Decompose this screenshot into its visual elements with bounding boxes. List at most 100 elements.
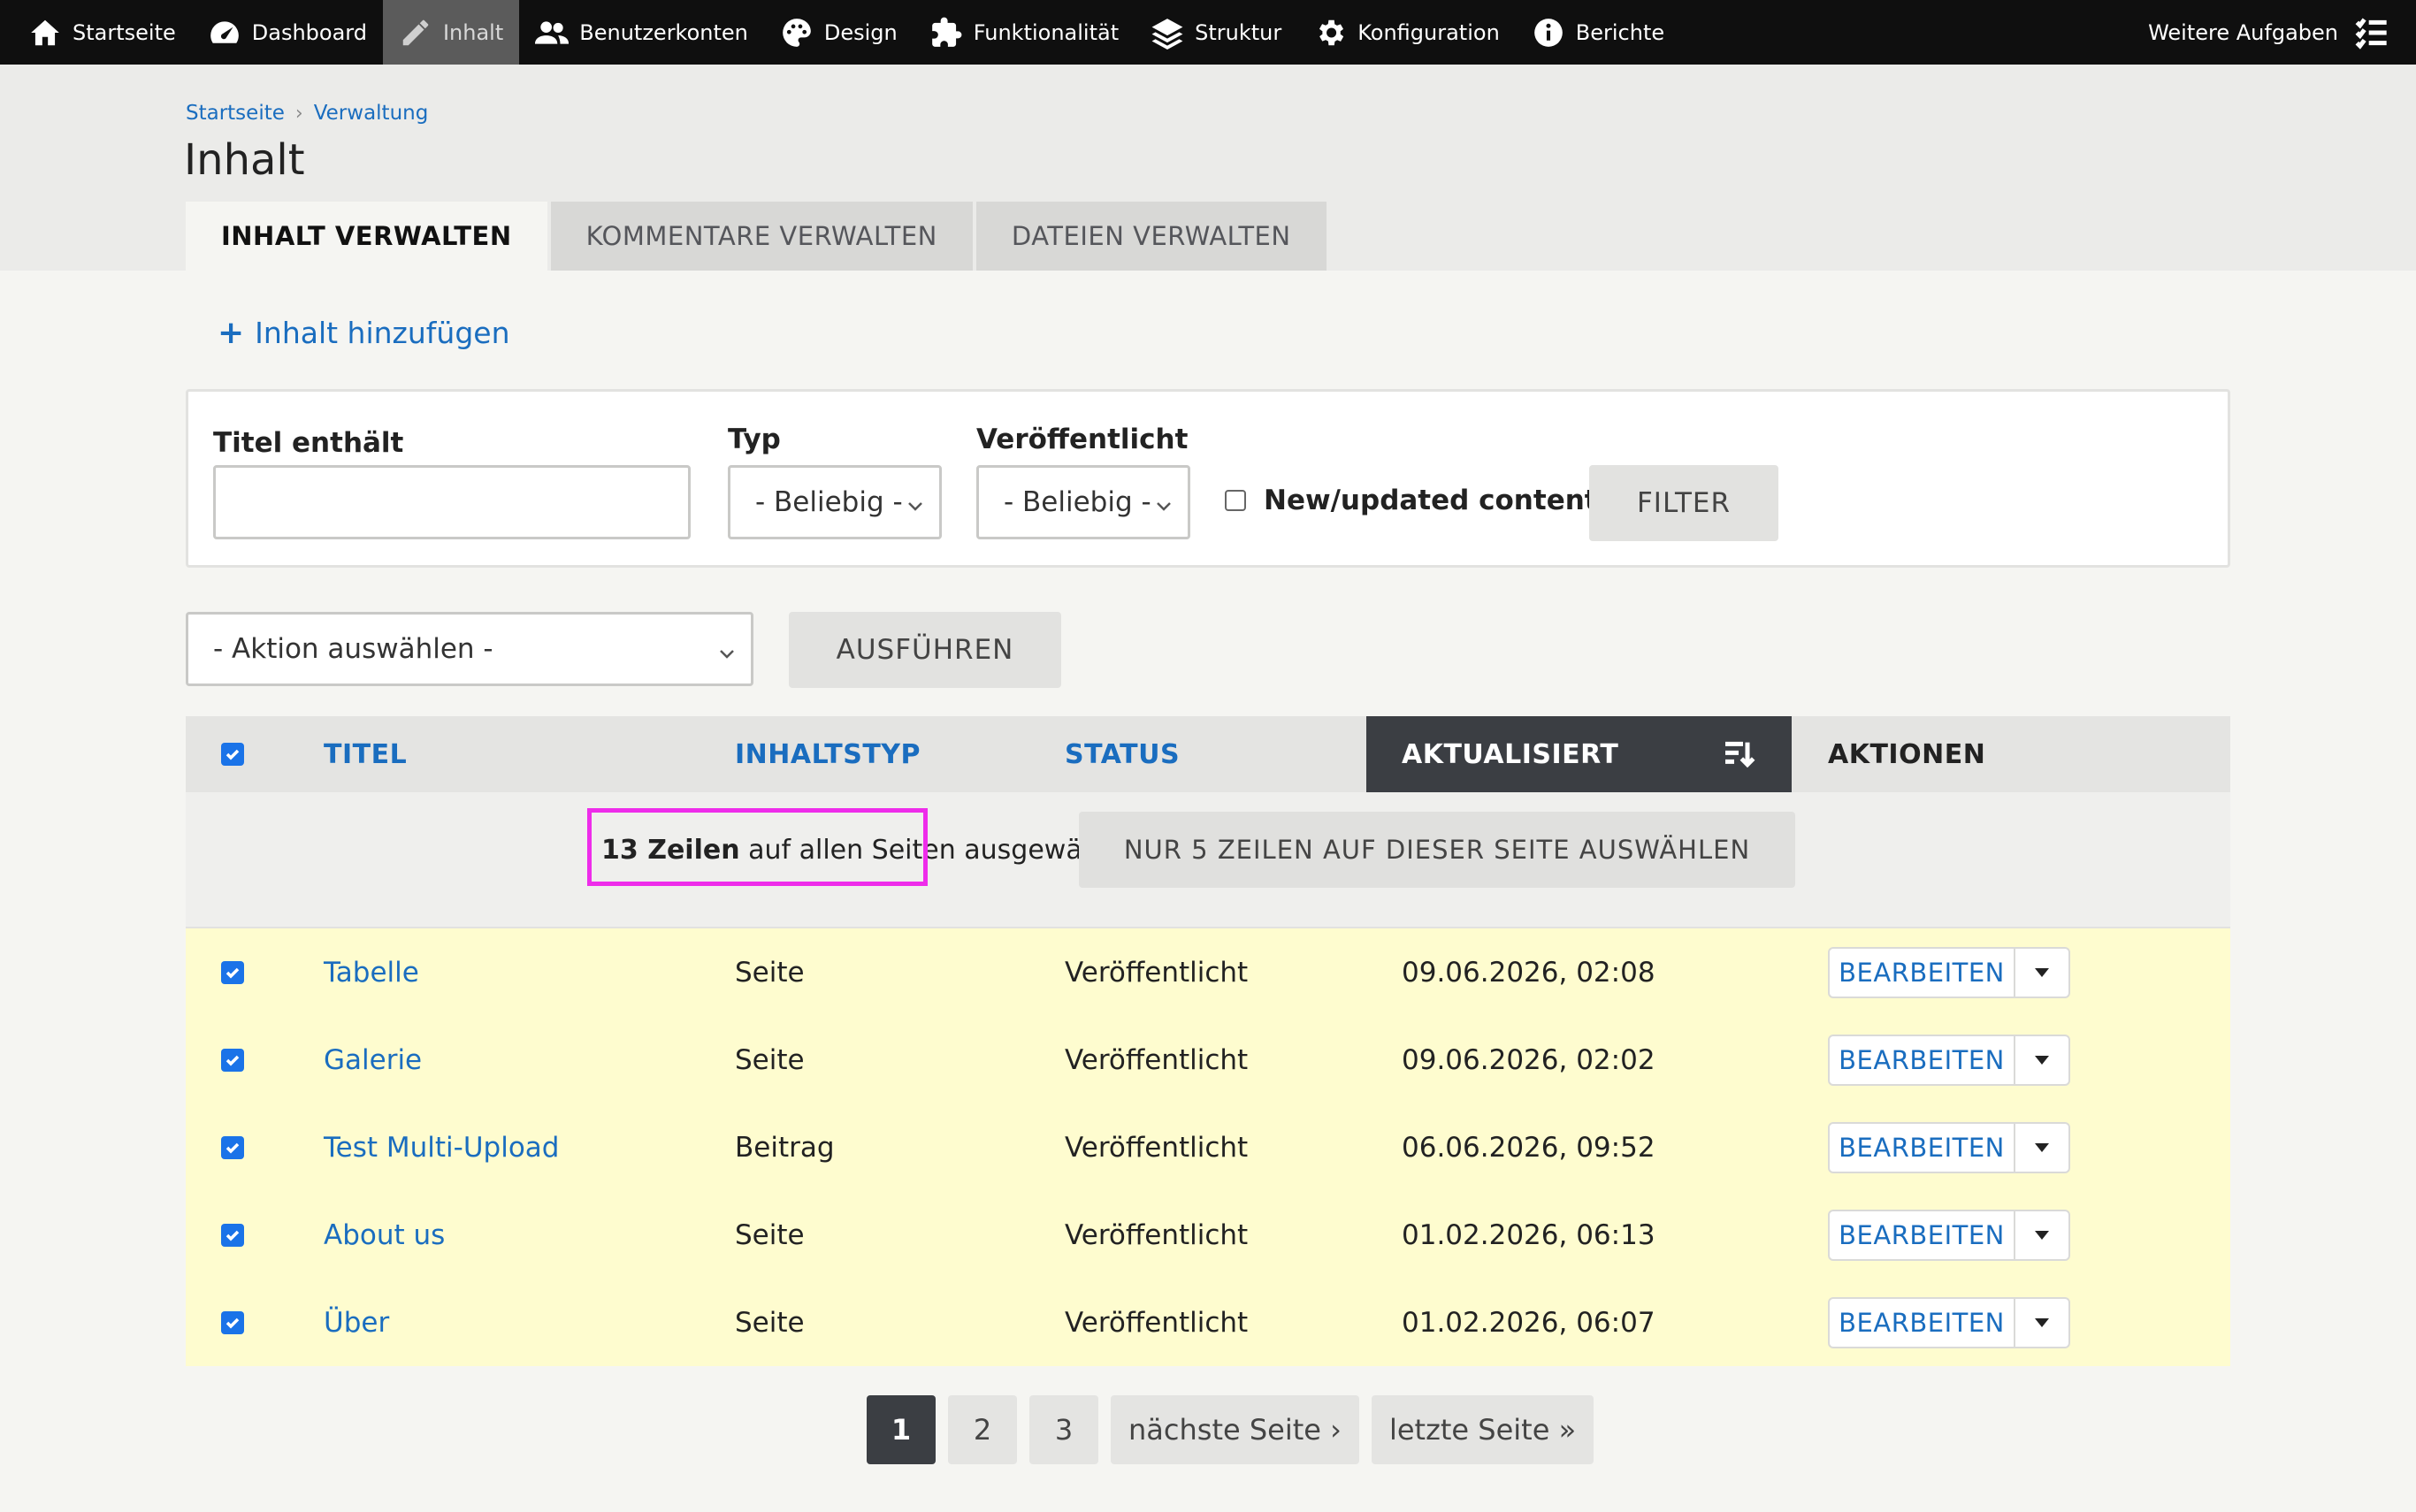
table-row: Test Multi-Upload Beitrag Veröffentlicht… xyxy=(186,1103,2230,1191)
toolbar-item-funktionalitaet[interactable]: Funktionalität xyxy=(914,0,1135,65)
checkbox-checked-icon xyxy=(221,1135,244,1159)
row-checkbox[interactable] xyxy=(221,1191,244,1279)
toolbar-item-inhalt[interactable]: Inhalt xyxy=(382,0,520,65)
row-checkbox[interactable] xyxy=(221,1279,244,1366)
checkbox-checked-icon xyxy=(221,1310,244,1334)
edit-dropbutton: BEARBEITEN xyxy=(1828,947,2070,998)
row-checkbox[interactable] xyxy=(221,928,244,1016)
edit-dropbutton: BEARBEITEN xyxy=(1828,1210,2070,1261)
toolbar-label: Inhalt xyxy=(442,19,504,45)
pager-page-2[interactable]: 2 xyxy=(948,1395,1017,1464)
caret-down-icon xyxy=(2035,1056,2049,1065)
toolbar-label: Dashboard xyxy=(251,19,367,45)
chevron-down-icon xyxy=(717,638,737,670)
toolbar-item-design[interactable]: Design xyxy=(764,0,914,65)
tab-inhalt-verwalten[interactable]: INHALT VERWALTEN xyxy=(186,202,547,271)
home-icon xyxy=(31,19,59,45)
row-title-link[interactable]: About us xyxy=(324,1191,445,1279)
row-checkbox[interactable] xyxy=(221,1103,244,1191)
breadcrumb-link-verwaltung[interactable]: Verwaltung xyxy=(314,102,429,125)
header-updated[interactable]: AKTUALISIERT xyxy=(1366,716,1792,792)
header-content-type[interactable]: INHALTSTYP xyxy=(735,716,921,792)
caret-down-icon xyxy=(2035,968,2049,977)
toolbar-item-startseite[interactable]: Startseite xyxy=(12,0,192,65)
toolbar-item-dashboard[interactable]: Dashboard xyxy=(192,0,383,65)
tab-kommentare-verwalten[interactable]: KOMMENTARE VERWALTEN xyxy=(550,202,973,271)
edit-dropbutton: BEARBEITEN xyxy=(1828,1297,2070,1348)
filter-button[interactable]: FILTER xyxy=(1589,465,1778,541)
toolbar-item-berichte[interactable]: Berichte xyxy=(1516,0,1680,65)
edit-dropbutton: BEARBEITEN xyxy=(1828,1122,2070,1173)
checkbox-checked-icon xyxy=(221,1048,244,1072)
pager: 1 2 3 nächste Seite › letzte Seite » xyxy=(867,1395,1594,1464)
select-page-only-button[interactable]: NUR 5 ZEILEN AUF DIESER SEITE AUSWÄHLEN xyxy=(1079,812,1795,888)
dropdown-toggle[interactable] xyxy=(2015,1124,2068,1172)
row-status: Veröffentlicht xyxy=(1065,1043,1249,1076)
edit-button[interactable]: BEARBEITEN xyxy=(1830,1211,2015,1259)
edit-dropbutton: BEARBEITEN xyxy=(1828,1035,2070,1086)
filter-form: Titel enthält Typ - Beliebig - Veröffent… xyxy=(186,389,2230,568)
dropdown-toggle[interactable] xyxy=(2015,949,2068,997)
pager-next[interactable]: nächste Seite › xyxy=(1111,1395,1359,1464)
pencil-icon xyxy=(402,19,429,45)
sort-descending-icon xyxy=(1725,741,1755,768)
toolbar-label: Berichte xyxy=(1575,19,1665,45)
breadcrumb: Startseite › Verwaltung xyxy=(186,102,428,125)
title-filter-input[interactable] xyxy=(213,465,691,539)
tab-dateien-verwalten[interactable]: DATEIEN VERWALTEN xyxy=(975,202,1327,271)
toolbar-label: Startseite xyxy=(73,19,176,45)
toolbar-item-konfiguration[interactable]: Konfiguration xyxy=(1297,0,1516,65)
header-status[interactable]: STATUS xyxy=(1065,716,1180,792)
chevron-right-icon: › xyxy=(294,102,303,125)
dropdown-toggle[interactable] xyxy=(2015,1211,2068,1259)
execute-button[interactable]: AUSFÜHREN xyxy=(789,612,1061,688)
published-filter-select[interactable]: - Beliebig - xyxy=(976,465,1190,539)
row-title-link[interactable]: Test Multi-Upload xyxy=(324,1103,559,1191)
row-type: Beitrag xyxy=(735,1131,835,1164)
toolbar-label: Design xyxy=(823,19,898,45)
row-checkbox[interactable] xyxy=(221,1016,244,1103)
edit-button[interactable]: BEARBEITEN xyxy=(1830,1299,2015,1347)
row-title-link[interactable]: Galerie xyxy=(324,1016,422,1103)
title-filter-label: Titel enthält xyxy=(213,427,404,459)
breadcrumb-link-startseite[interactable]: Startseite xyxy=(186,102,285,125)
pager-page-1[interactable]: 1 xyxy=(867,1395,936,1464)
type-filter-select[interactable]: - Beliebig - xyxy=(728,465,942,539)
toolbar-item-benutzerkonten[interactable]: Benutzerkonten xyxy=(519,0,764,65)
select-all-checkbox[interactable] xyxy=(221,716,244,792)
table-row: Tabelle Seite Veröffentlicht 09.06.2026,… xyxy=(186,928,2230,1016)
type-filter-value: - Beliebig - xyxy=(755,486,903,518)
checkbox-checked-icon xyxy=(221,1223,244,1247)
row-updated: 01.02.2026, 06:13 xyxy=(1402,1218,1655,1251)
toolbar-label: Konfiguration xyxy=(1357,19,1500,45)
row-updated: 06.06.2026, 09:52 xyxy=(1402,1131,1655,1164)
page-header: Startseite › Verwaltung Inhalt INHALT VE… xyxy=(0,65,2416,271)
layers-icon xyxy=(1151,18,1183,50)
edit-button[interactable]: BEARBEITEN xyxy=(1830,949,2015,997)
new-updated-label: New/updated content xyxy=(1264,485,1598,516)
add-content-label: Inhalt hinzufügen xyxy=(255,316,510,350)
chevron-down-icon xyxy=(906,491,925,511)
add-content-link[interactable]: + Inhalt hinzufügen xyxy=(218,315,510,351)
row-title-link[interactable]: Tabelle xyxy=(324,928,419,1016)
dropdown-toggle[interactable] xyxy=(2015,1036,2068,1084)
toolbar-item-struktur[interactable]: Struktur xyxy=(1135,0,1297,65)
plus-icon: + xyxy=(218,315,245,351)
row-status: Veröffentlicht xyxy=(1065,956,1249,989)
bulk-action-select[interactable]: - Aktion auswählen - xyxy=(186,612,753,686)
pager-page-3[interactable]: 3 xyxy=(1029,1395,1098,1464)
row-type: Seite xyxy=(735,1043,805,1076)
row-status: Veröffentlicht xyxy=(1065,1131,1249,1164)
row-title-link[interactable]: Über xyxy=(324,1279,389,1366)
dropdown-toggle[interactable] xyxy=(2015,1299,2068,1347)
table-row: Galerie Seite Veröffentlicht 09.06.2026,… xyxy=(186,1016,2230,1103)
edit-button[interactable]: BEARBEITEN xyxy=(1830,1124,2015,1172)
edit-button[interactable]: BEARBEITEN xyxy=(1830,1036,2015,1084)
new-updated-checkbox[interactable] xyxy=(1225,490,1246,511)
row-updated: 01.02.2026, 06:07 xyxy=(1402,1306,1655,1339)
caret-down-icon xyxy=(2035,1143,2049,1152)
checkbox-checked-icon xyxy=(221,743,244,766)
pager-last[interactable]: letzte Seite » xyxy=(1371,1395,1594,1464)
more-tasks-toggle[interactable]: Weitere Aufgaben xyxy=(2148,0,2389,65)
header-title[interactable]: TITEL xyxy=(324,716,407,792)
